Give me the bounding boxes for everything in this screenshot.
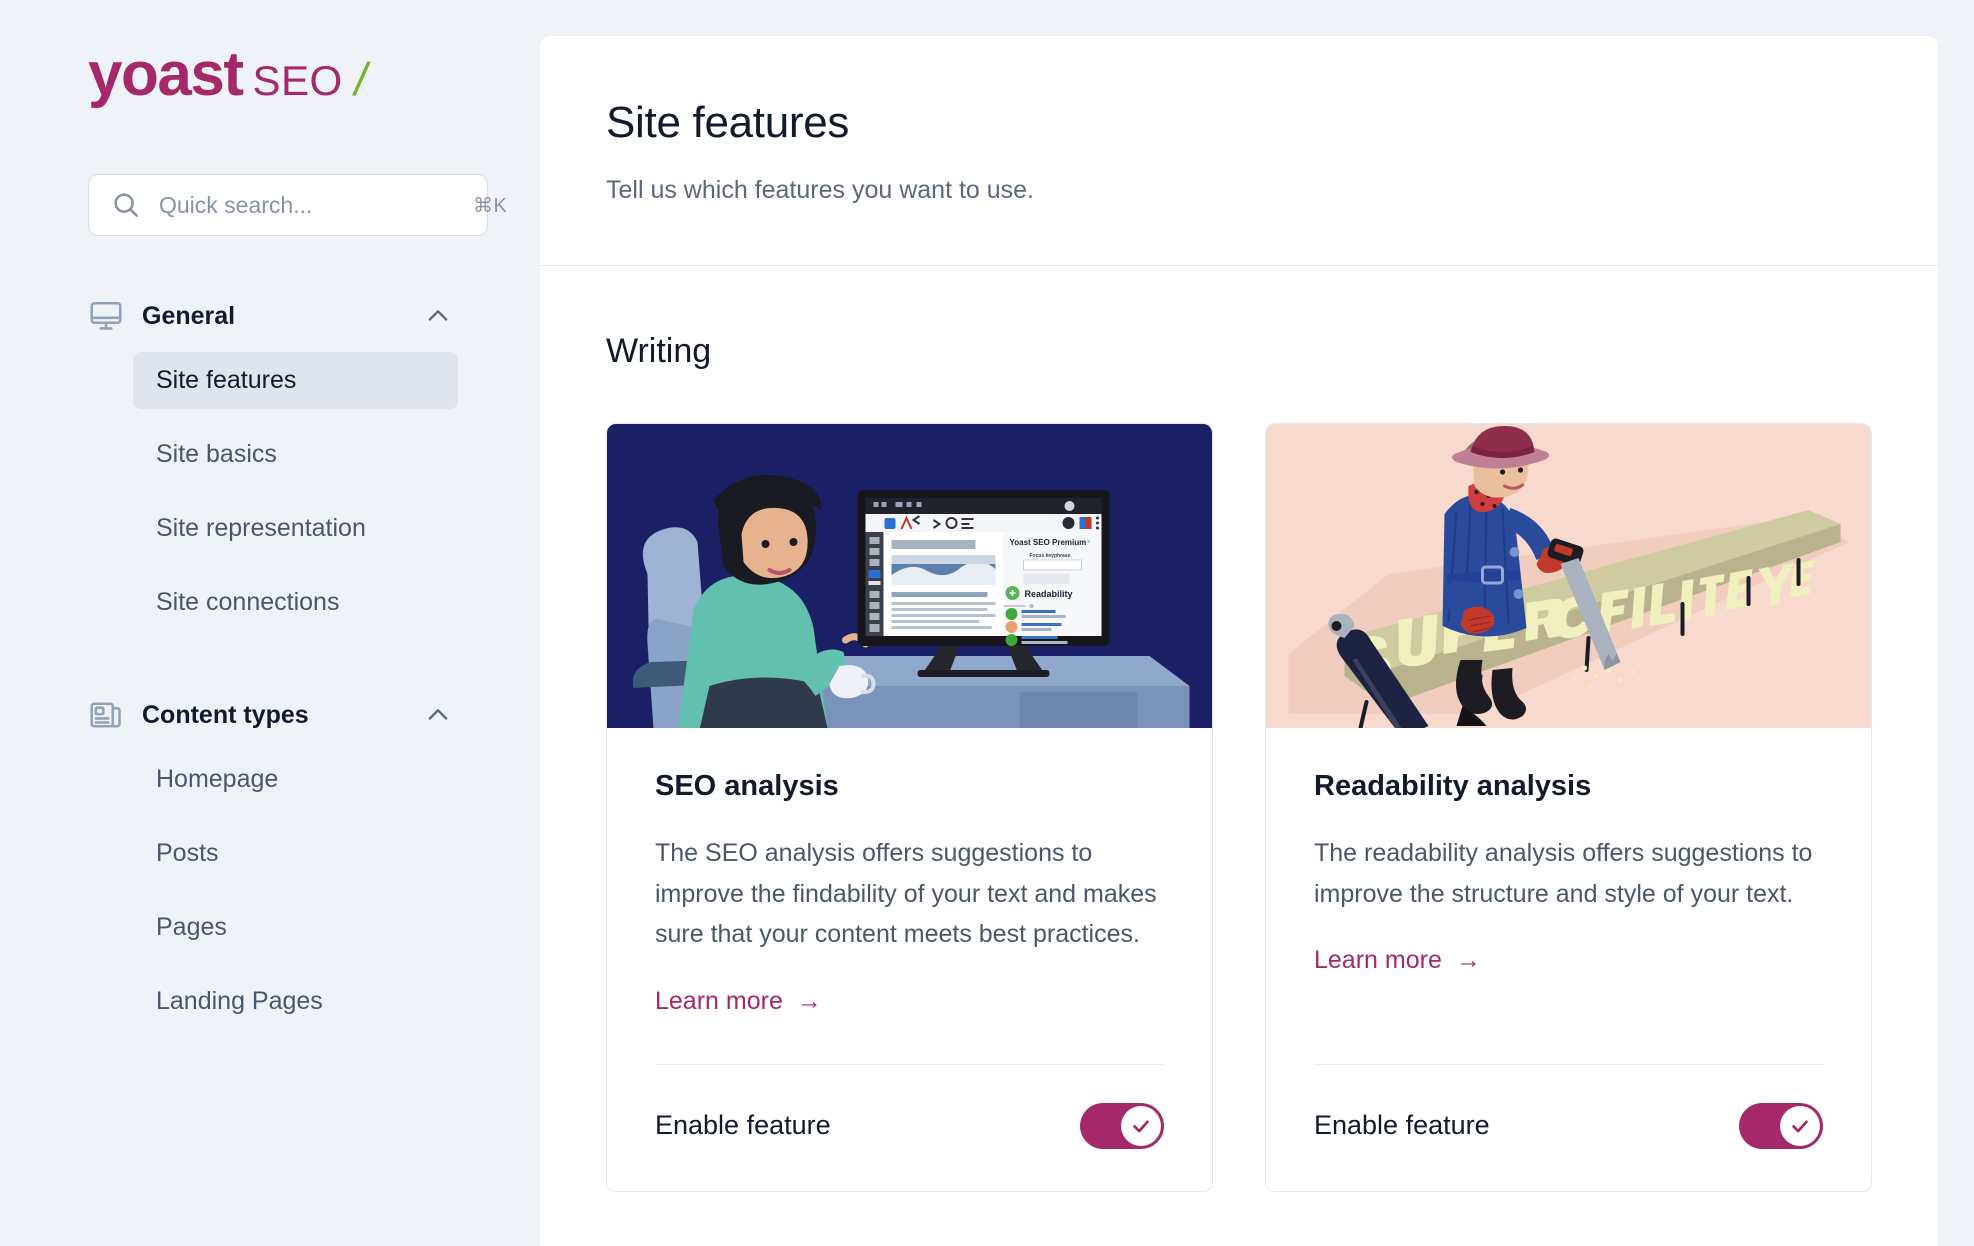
sidebar-item-pages[interactable]: Pages [133, 899, 458, 956]
sidebar-item-site-representation[interactable]: Site representation [133, 500, 458, 557]
logo-slash-icon: / [350, 53, 373, 105]
search-icon [111, 190, 141, 220]
panel-header: Site features Tell us which features you… [540, 36, 1938, 266]
sidebar-nav: General Site features Site basics Site r… [0, 288, 540, 1030]
card-footer-readability-analysis: Enable feature [1266, 1065, 1871, 1191]
svg-text:Focus keyphrase: Focus keyphrase [1030, 553, 1071, 559]
svg-text:Readability: Readability [1025, 589, 1073, 599]
learn-more-link-seo-analysis[interactable]: Learn more → [655, 987, 822, 1016]
page-subtitle: Tell us which features you want to use. [606, 176, 1035, 204]
enable-feature-toggle-seo-analysis[interactable] [1080, 1102, 1164, 1149]
learn-more-label: Learn more [655, 986, 783, 1015]
arrow-right-icon: → [1455, 946, 1481, 974]
nav-group-header-general[interactable]: General [0, 288, 540, 344]
sidebar-item-landing-pages[interactable]: Landing Pages [133, 973, 458, 1030]
newspaper-icon [88, 697, 128, 733]
desktop-monitor-icon [88, 298, 128, 334]
woman-at-desk-with-monitor-illustration: Yoast SEO Premium × Focus keyphrase Read… [607, 424, 1212, 728]
card-description-seo-analysis: The SEO analysis offers suggestions to i… [655, 839, 1157, 948]
nav-sub-general: Site features Site basics Site represent… [0, 352, 540, 631]
section-writing: Writing Yoast SEO Premium × Focus keyphr… [540, 266, 1938, 1192]
sidebar: yoast SEO / ⌘K [0, 0, 540, 1246]
logo-wordmark-secondary: SEO [252, 57, 343, 104]
nav-group-label-content-types: Content types [142, 700, 309, 729]
svg-text:×: × [1087, 539, 1091, 546]
page-title: Site features [606, 98, 850, 147]
chevron-up-icon-content-types[interactable] [424, 701, 452, 729]
arrow-right-icon: → [796, 986, 822, 1015]
sidebar-item-site-connections[interactable]: Site connections [133, 574, 458, 631]
app-root: yoast SEO / ⌘K [0, 0, 1974, 1246]
sidebar-item-posts[interactable]: Posts [133, 825, 458, 882]
learn-more-label: Learn more [1314, 946, 1442, 974]
feature-card-grid: Yoast SEO Premium × Focus keyphrase Read… [606, 423, 1872, 1192]
nav-group-label-general: General [142, 301, 236, 330]
card-title-seo-analysis: SEO analysis [655, 770, 839, 802]
toggle-knob [1780, 1105, 1820, 1146]
nav-sub-content-types: Homepage Posts Pages Landing Pages [0, 751, 540, 1030]
chevron-up-icon-general[interactable] [424, 302, 452, 330]
nav-group-general: General Site features Site basics Site r… [0, 288, 540, 631]
enable-feature-toggle-readability-analysis[interactable] [1739, 1102, 1823, 1149]
toggle-knob [1121, 1105, 1161, 1146]
sidebar-item-homepage[interactable]: Homepage [133, 751, 458, 808]
search-input[interactable] [159, 191, 455, 219]
logo-wordmark-primary: yoast [88, 40, 244, 109]
yoast-logo[interactable]: yoast SEO / [0, 0, 540, 106]
nav-group-content-types: Content types Homepage Posts Pages Landi… [0, 687, 540, 1030]
nav-group-header-content-types[interactable]: Content types [0, 687, 540, 743]
svg-text:Yoast SEO Premium: Yoast SEO Premium [1010, 538, 1087, 547]
feature-card-readability-analysis: Readability analysis The readability ana… [1265, 423, 1872, 1192]
feature-card-seo-analysis: Yoast SEO Premium × Focus keyphrase Read… [606, 423, 1213, 1192]
card-title-readability-analysis: Readability analysis [1314, 770, 1592, 802]
card-body-seo-analysis: SEO analysis The SEO analysis offers sug… [607, 728, 1212, 1016]
settings-panel: Site features Tell us which features you… [540, 36, 1938, 1246]
card-body-readability-analysis: Readability analysis The readability ana… [1266, 728, 1871, 1016]
enable-feature-label-readability-analysis: Enable feature [1314, 1110, 1490, 1140]
woman-sawing-long-word-illustration [1266, 424, 1871, 728]
enable-feature-label-seo-analysis: Enable feature [655, 1110, 831, 1140]
card-description-readability-analysis: The readability analysis offers suggesti… [1314, 839, 1813, 908]
section-title-writing: Writing [606, 332, 712, 370]
sidebar-item-site-features[interactable]: Site features [133, 352, 458, 409]
learn-more-link-readability-analysis[interactable]: Learn more → [1314, 946, 1481, 975]
search-shortcut-badge: ⌘K [473, 194, 508, 217]
main-content: Site features Tell us which features you… [540, 0, 1974, 1246]
card-footer-seo-analysis: Enable feature [607, 1065, 1212, 1191]
quick-search-box[interactable]: ⌘K [88, 174, 507, 236]
sidebar-item-site-basics[interactable]: Site basics [133, 426, 458, 483]
